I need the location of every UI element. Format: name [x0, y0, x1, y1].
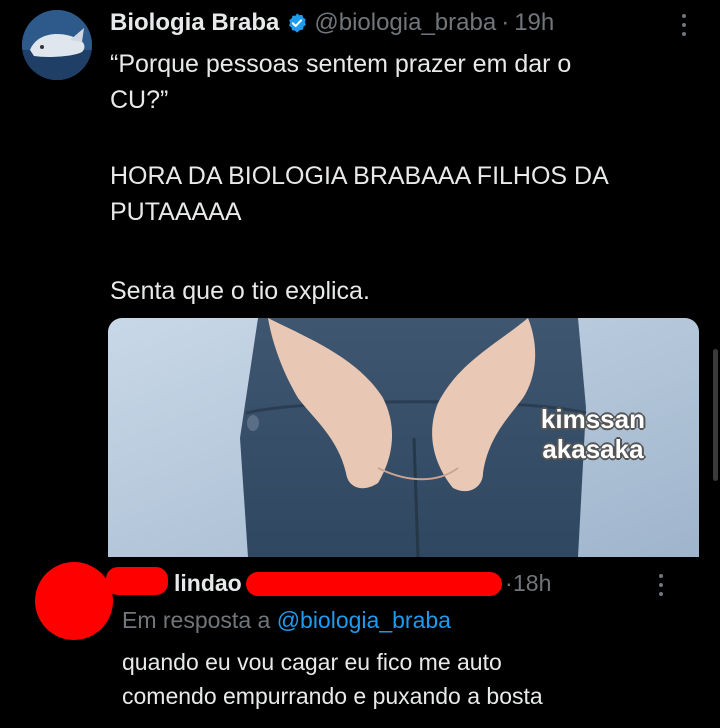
tweet-timestamp[interactable]: 19h — [514, 9, 554, 37]
whale-avatar-icon — [22, 10, 92, 80]
media-watermark: kimssan akasaka — [540, 404, 645, 464]
separator-dot: · — [505, 570, 513, 596]
redaction-mark — [246, 572, 502, 596]
verified-badge-icon — [289, 13, 307, 33]
tweet-text-line: PUTAAAAA — [110, 198, 242, 226]
replying-to: Em resposta a @biologia_braba — [122, 604, 451, 636]
reply-avatar-redacted[interactable] — [35, 562, 113, 640]
replying-to-prefix: Em resposta a — [122, 607, 271, 633]
tweet-media-image[interactable]: kimssan akasaka — [108, 318, 699, 557]
tweet-header: Biologia Braba @biologia_braba · 19h — [110, 6, 554, 40]
redaction-mark — [106, 567, 168, 595]
reply-text-line: comendo empurrando e puxando a bosta — [122, 683, 543, 709]
tweet-text-line: Senta que o tio explica. — [110, 277, 370, 305]
more-options-icon[interactable] — [655, 574, 667, 596]
author-avatar[interactable] — [22, 10, 92, 80]
reply-text-line: quando eu vou cagar eu fico me auto — [122, 649, 502, 675]
author-name[interactable]: Biologia Braba — [110, 9, 279, 37]
replying-to-mention[interactable]: @biologia_braba — [277, 607, 451, 633]
reply-header: lindao · 18h — [106, 567, 682, 599]
reply-timestamp[interactable]: 18h — [513, 570, 551, 597]
tweet-text-line: “Porque pessoas sentem prazer em dar o — [110, 50, 572, 78]
tweet-text-line: CU?” — [110, 86, 169, 114]
reply-author-name[interactable]: lindao — [174, 570, 242, 597]
author-handle[interactable]: @biologia_braba — [314, 9, 496, 37]
scrollbar[interactable] — [713, 349, 718, 481]
tweet-text-line: HORA DA BIOLOGIA BRABAAA FILHOS DA — [110, 162, 609, 190]
more-options-icon[interactable] — [678, 14, 690, 36]
separator-dot: · — [501, 9, 510, 36]
